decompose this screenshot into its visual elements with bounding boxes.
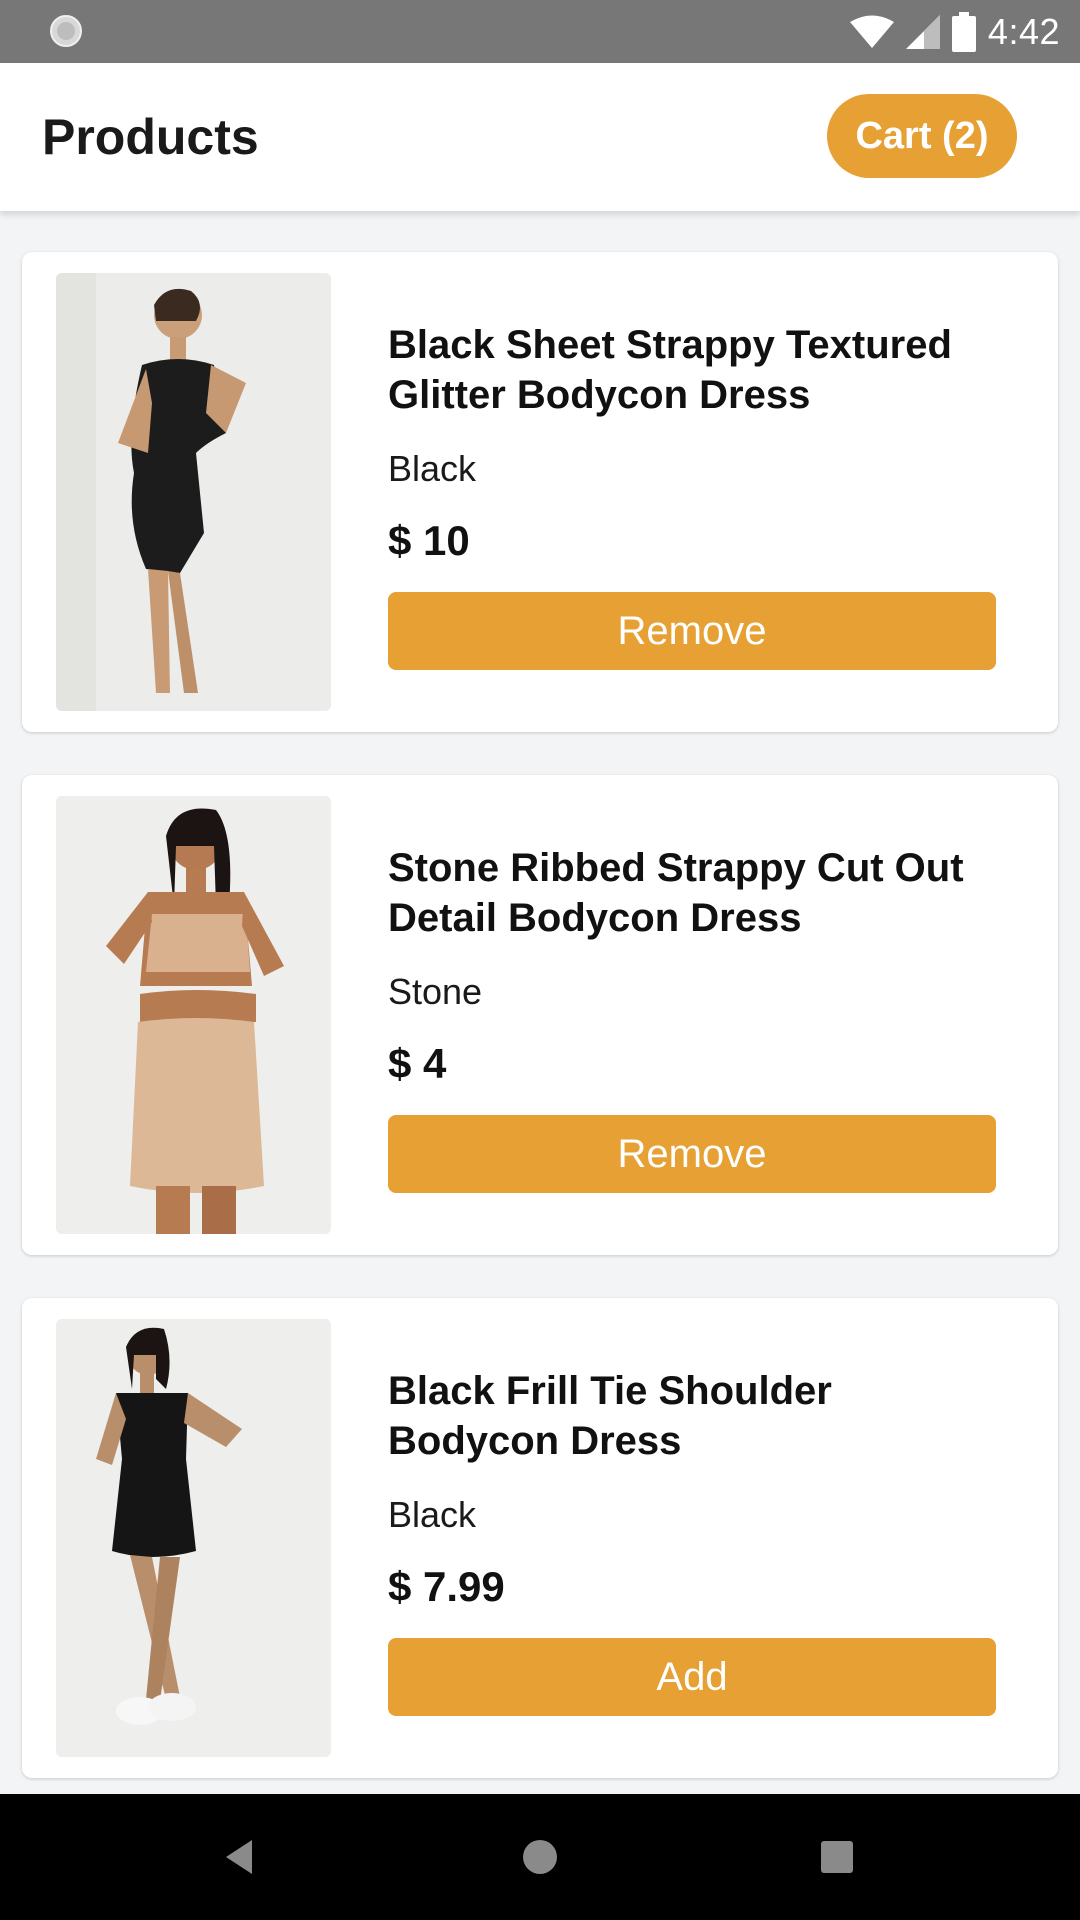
product-title: Black Frill Tie Shoulder Bodycon Dress (388, 1369, 832, 1463)
cart-button[interactable]: Cart (2) (827, 94, 1017, 178)
wifi-icon (849, 15, 894, 49)
product-price: $ 7.99 (388, 1563, 505, 1610)
product-card: Black Sheet Strappy Textured Glitter Bod… (22, 252, 1058, 732)
add-button[interactable]: Add (388, 1638, 996, 1716)
remove-button[interactable]: Remove (388, 1115, 996, 1193)
product-image (56, 273, 331, 711)
product-price: $ 4 (388, 1040, 447, 1087)
product-title: Stone Ribbed Strappy Cut Out Detail Body… (388, 846, 964, 940)
back-icon[interactable] (216, 1832, 266, 1882)
product-color: Stone (388, 971, 483, 1012)
product-card: Black Frill Tie Shoulder Bodycon Dress B… (22, 1298, 1058, 1778)
product-color: Black (388, 1494, 477, 1535)
page-title: Products (42, 109, 259, 165)
navigation-bar (0, 1794, 1080, 1920)
signal-icon (905, 15, 940, 49)
product-card: Stone Ribbed Strappy Cut Out Detail Body… (22, 775, 1058, 1255)
product-title: Black Sheet Strappy Textured Glitter Bod… (388, 323, 952, 417)
status-time: 4:42 (987, 11, 1060, 52)
remove-button[interactable]: Remove (388, 592, 996, 670)
product-price: $ 10 (388, 517, 470, 564)
status-bar: 4:42 (0, 0, 1080, 63)
product-color: Black (388, 448, 477, 489)
top-app-bar: Products Cart (2) (0, 63, 1080, 211)
product-image (56, 1319, 331, 1757)
recent-apps-icon[interactable] (812, 1832, 862, 1882)
loading-icon (49, 14, 83, 48)
home-icon[interactable] (515, 1832, 565, 1882)
product-image (56, 796, 331, 1234)
battery-icon (951, 12, 976, 52)
